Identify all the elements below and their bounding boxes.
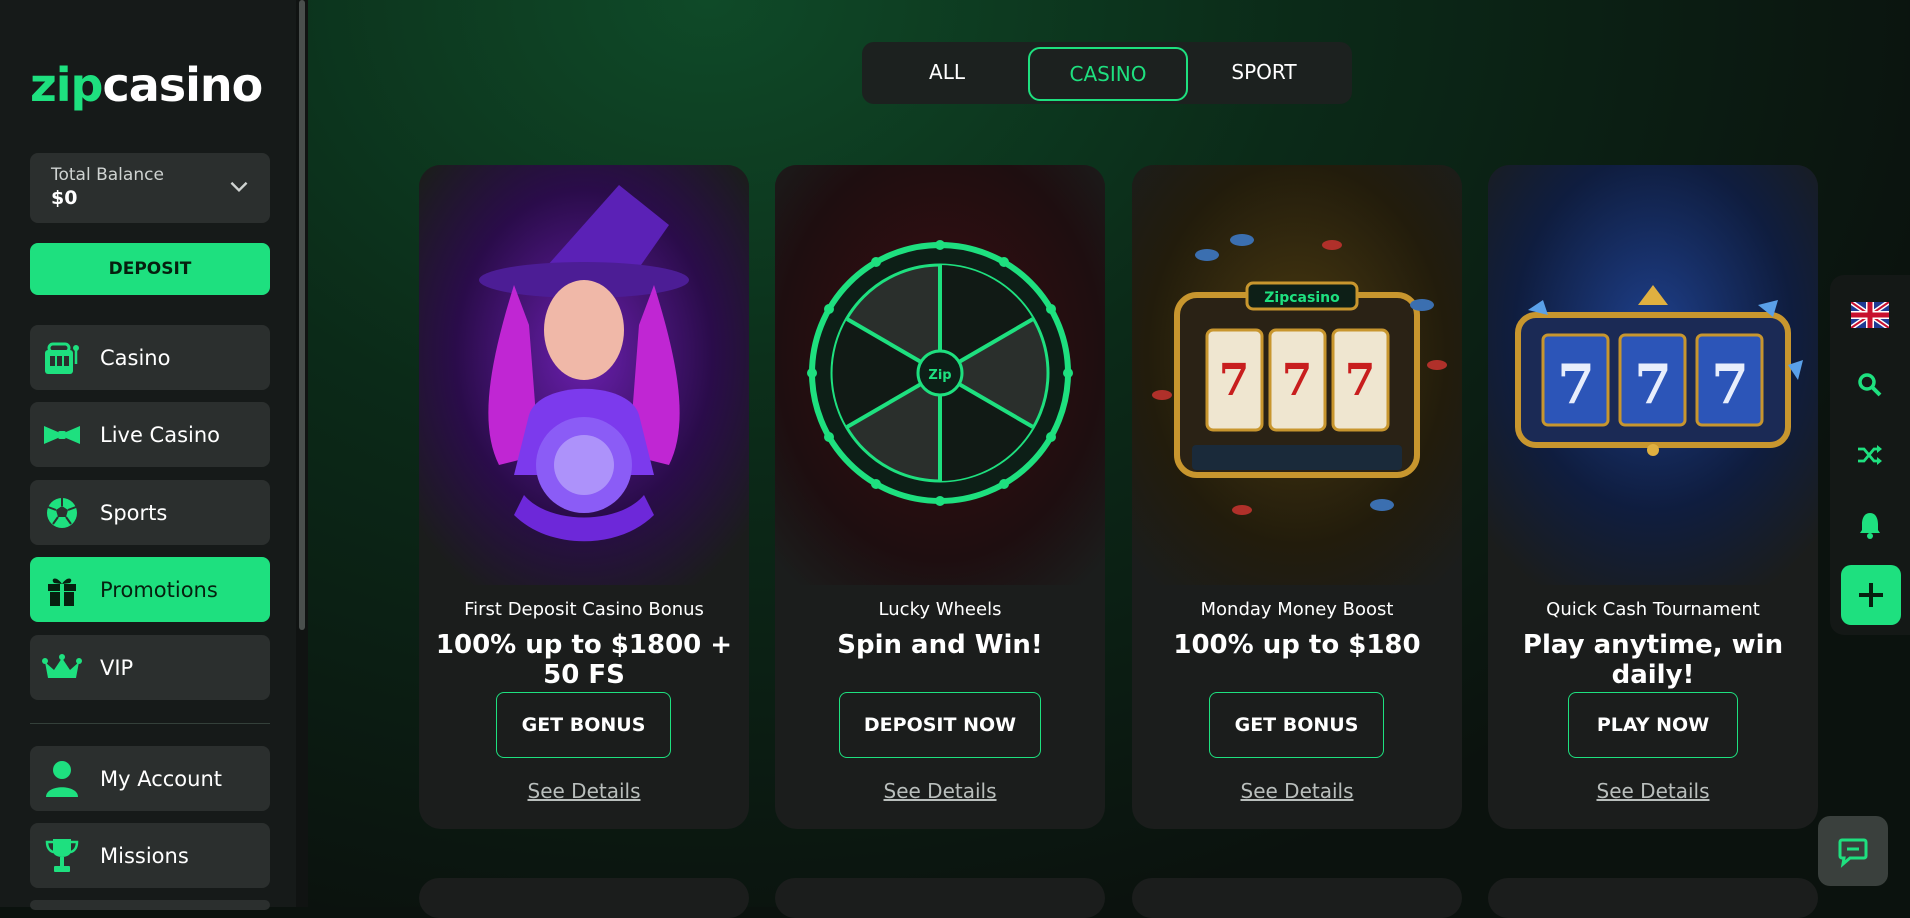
logo[interactable]: zipcasino bbox=[30, 58, 263, 112]
trophy-icon bbox=[42, 836, 82, 876]
sidebar-item-partial[interactable] bbox=[30, 900, 270, 910]
treasure-777-illustration: 7 7 7 bbox=[1488, 165, 1818, 585]
sidebar: zipcasino Total Balance $0 DEPOSIT Casin… bbox=[0, 0, 302, 910]
sidebar-divider bbox=[30, 723, 270, 724]
bow-tie-icon bbox=[42, 415, 82, 455]
crown-icon bbox=[42, 648, 82, 688]
promo-card: Zip Lucky Wheels Spin and Win! DEPOSIT N… bbox=[775, 165, 1105, 829]
chevron-down-icon bbox=[230, 181, 248, 193]
sidebar-item-label: VIP bbox=[100, 655, 134, 680]
search-icon[interactable] bbox=[1850, 365, 1890, 405]
promo-subtitle: Quick Cash Tournament bbox=[1546, 599, 1760, 620]
promo-card: 7 7 7 Quick Cash Tournament Play anytime… bbox=[1488, 165, 1818, 829]
sidebar-item-sports[interactable]: Sports bbox=[30, 480, 270, 545]
promo-headline: Spin and Win! bbox=[837, 630, 1043, 660]
promo-subtitle: First Deposit Casino Bonus bbox=[464, 599, 704, 620]
sidebar-item-casino[interactable]: Casino bbox=[30, 325, 270, 390]
see-details-link[interactable]: See Details bbox=[1488, 779, 1818, 803]
promo-card: Zipcasino 7 7 7 Monday Money Boost 100% … bbox=[1132, 165, 1462, 829]
svg-text:Zipcasino: Zipcasino bbox=[1264, 290, 1340, 306]
promo-headline: 100% up to $1800 + 50 FS bbox=[435, 630, 733, 690]
svg-text:7: 7 bbox=[1711, 352, 1749, 416]
promo-subtitle: Monday Money Boost bbox=[1200, 599, 1394, 620]
sidebar-item-promotions[interactable]: Promotions bbox=[30, 557, 270, 622]
sidebar-item-vip[interactable]: VIP bbox=[30, 635, 270, 700]
svg-text:7: 7 bbox=[1282, 355, 1313, 406]
slot-machine-icon bbox=[42, 338, 82, 378]
promo-card-partial[interactable] bbox=[419, 878, 749, 918]
slot-machine-illustration: Zipcasino 7 7 7 bbox=[1132, 165, 1462, 585]
plus-icon bbox=[1859, 583, 1883, 607]
tab-all[interactable]: ALL bbox=[882, 47, 1012, 97]
tab-casino[interactable]: CASINO bbox=[1028, 47, 1188, 101]
sidebar-item-label: Missions bbox=[100, 843, 189, 868]
sidebar-item-label: Promotions bbox=[100, 577, 218, 602]
sidebar-item-missions[interactable]: Missions bbox=[30, 823, 270, 888]
see-details-link[interactable]: See Details bbox=[1132, 779, 1462, 803]
shuffle-icon[interactable] bbox=[1850, 435, 1890, 475]
play-now-button[interactable]: PLAY NOW bbox=[1568, 692, 1738, 758]
chat-icon bbox=[1838, 838, 1868, 868]
deposit-now-button[interactable]: DEPOSIT NOW bbox=[839, 692, 1041, 758]
svg-text:7: 7 bbox=[1557, 352, 1595, 416]
wheel-illustration: Zip bbox=[775, 165, 1105, 585]
plus-button[interactable] bbox=[1841, 565, 1901, 625]
svg-text:Zip: Zip bbox=[928, 368, 951, 383]
gift-icon bbox=[42, 570, 82, 610]
sidebar-item-label: Sports bbox=[100, 500, 168, 525]
chat-button[interactable] bbox=[1818, 816, 1888, 886]
promo-card-partial[interactable] bbox=[775, 878, 1105, 918]
see-details-link[interactable]: See Details bbox=[419, 779, 749, 803]
promo-card: First Deposit Casino Bonus 100% up to $1… bbox=[419, 165, 749, 829]
filter-tabs: ALL CASINO SPORT bbox=[862, 42, 1352, 104]
svg-text:7: 7 bbox=[1219, 355, 1250, 406]
soccer-ball-icon bbox=[42, 493, 82, 533]
svg-text:7: 7 bbox=[1634, 352, 1672, 416]
balance-value: $0 bbox=[51, 187, 78, 209]
promo-headline: Play anytime, win daily! bbox=[1522, 630, 1784, 690]
get-bonus-button[interactable]: GET BONUS bbox=[1209, 692, 1384, 758]
sidebar-item-live-casino[interactable]: Live Casino bbox=[30, 402, 270, 467]
user-icon bbox=[42, 759, 82, 799]
promo-headline: 100% up to $180 bbox=[1173, 630, 1421, 660]
sidebar-item-label: Live Casino bbox=[100, 422, 221, 447]
uk-flag-icon[interactable] bbox=[1850, 295, 1890, 335]
logo-casino: casino bbox=[102, 58, 263, 112]
bell-icon[interactable] bbox=[1850, 505, 1890, 545]
tab-sport[interactable]: SPORT bbox=[1192, 47, 1336, 97]
sidebar-item-label: Casino bbox=[100, 345, 171, 370]
sidebar-item-my-account[interactable]: My Account bbox=[30, 746, 270, 811]
promo-card-partial[interactable] bbox=[1132, 878, 1462, 918]
balance-dropdown[interactable]: Total Balance $0 bbox=[30, 153, 270, 223]
get-bonus-button[interactable]: GET BONUS bbox=[496, 692, 671, 758]
svg-text:7: 7 bbox=[1345, 355, 1376, 406]
sidebar-item-label: My Account bbox=[100, 766, 223, 791]
balance-label: Total Balance bbox=[51, 165, 164, 185]
witch-illustration bbox=[419, 165, 749, 585]
see-details-link[interactable]: See Details bbox=[775, 779, 1105, 803]
deposit-button[interactable]: DEPOSIT bbox=[30, 243, 270, 295]
logo-zip: zip bbox=[30, 58, 103, 112]
promo-subtitle: Lucky Wheels bbox=[878, 599, 1002, 620]
promo-card-partial[interactable] bbox=[1488, 878, 1818, 918]
sidebar-scrollbar[interactable] bbox=[299, 0, 305, 630]
